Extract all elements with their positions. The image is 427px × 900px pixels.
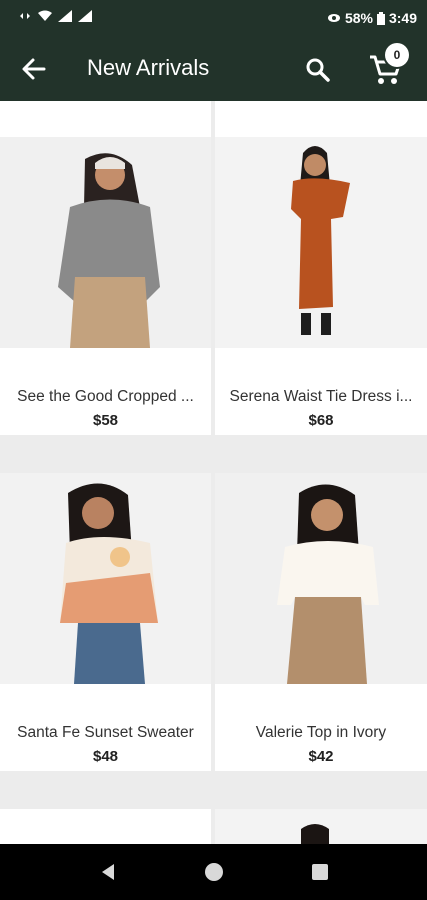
product-card[interactable]: See the Good Cropped ... $58 [0,137,211,435]
app-bar: New Arrivals 0 [0,38,427,101]
product-card-partial[interactable] [0,809,211,844]
system-nav-bar [0,844,427,900]
eye-icon [327,14,340,22]
product-card[interactable]: Valerie Top in Ivory $42 [215,473,427,771]
product-image [0,137,211,348]
sync-icon [20,13,30,19]
product-card-partial-top-right [215,101,427,137]
product-photo-grey-sweatshirt [0,137,211,348]
product-image [215,137,427,348]
signal-icon-2 [78,10,92,22]
product-image-partial [215,809,427,844]
status-left-icons [18,10,92,22]
product-card[interactable]: Santa Fe Sunset Sweater $48 [0,473,211,771]
product-name: Valerie Top in Ivory [255,724,387,741]
battery-percent: 58% [344,10,373,26]
clock: 3:49 [388,10,417,26]
product-card-partial[interactable] [215,809,427,844]
product-grid: See the Good Cropped ... $58 Serena Wais… [0,101,427,844]
product-photo-partial [215,809,427,844]
arrow-left-icon[interactable] [20,55,48,83]
product-image [0,473,211,684]
page-title: New Arrivals [87,55,210,80]
battery-icon [376,11,385,25]
product-price: $48 [92,748,119,765]
search-icon[interactable] [305,57,331,83]
cart-count-badge: 0 [385,43,409,67]
square-recents-icon[interactable] [308,860,332,884]
product-name: See the Good Cropped ... [17,388,194,405]
product-price: $42 [308,748,334,765]
product-photo-rust-dress [215,137,427,348]
status-right: 58% 3:49 [327,10,417,26]
circle-home-icon[interactable] [202,860,226,884]
product-price: $58 [92,412,119,429]
status-bar: 58% 3:49 [0,0,427,38]
signal-icon [58,10,72,22]
product-card[interactable]: Serena Waist Tie Dress i... $68 [215,137,427,435]
product-name: Santa Fe Sunset Sweater [17,724,194,741]
product-photo-sunset-sweater [0,473,211,684]
product-name: Serena Waist Tie Dress i... [229,388,413,405]
product-card-partial-top-left [0,101,211,137]
wifi-icon [38,10,52,21]
triangle-back-icon[interactable] [96,860,120,884]
product-price: $68 [308,412,334,429]
product-photo-ivory-top [215,473,427,684]
product-image [215,473,427,684]
